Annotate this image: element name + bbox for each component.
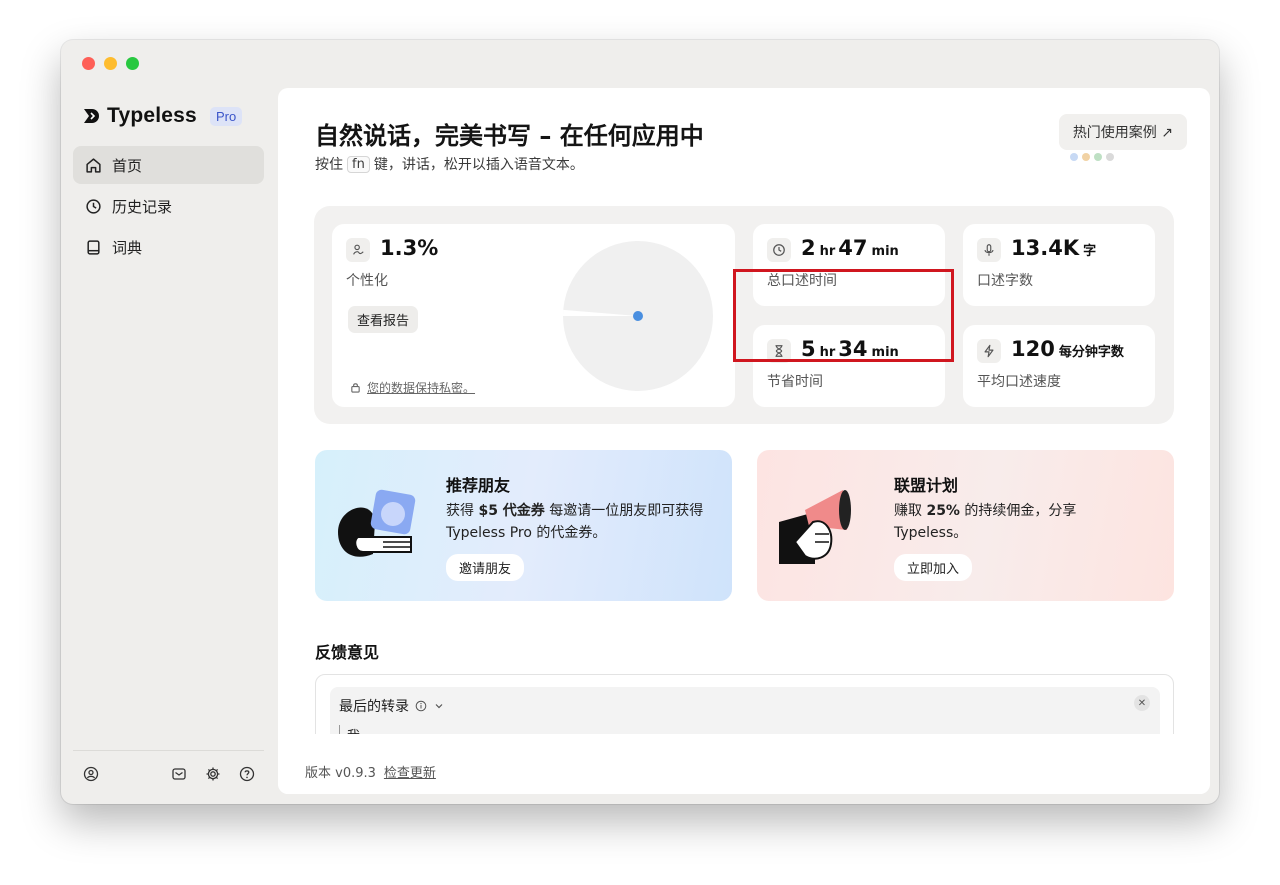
invite-friends-button[interactable]: 邀请朋友 (446, 554, 525, 581)
speed-highlight-box (733, 269, 954, 362)
mail-icon[interactable] (171, 766, 187, 782)
affiliate-text-prefix: 赚取 (894, 503, 927, 519)
history-icon (86, 198, 101, 214)
page-subtitle: 按住 fn 键，讲话，松开以插入语音文本。 (315, 154, 584, 174)
speed-number: 120 (1011, 337, 1055, 361)
referral-title: 推荐朋友 (446, 476, 511, 495)
signature-icon-wrap (346, 238, 370, 262)
hours-unit: hr (819, 244, 836, 259)
feedback-title: 反馈意见 (315, 643, 380, 662)
sidebar-footer (83, 766, 255, 784)
sidebar-item-label: 词典 (112, 238, 143, 257)
speed-unit: 每分钟字数 (1058, 345, 1124, 360)
referral-text: 获得 $5 代金券 每邀请一位朋友即可获得 Typeless Pro 的代金券。 (446, 500, 716, 544)
home-icon (86, 157, 101, 173)
personalization-pie-chart (563, 241, 713, 391)
brand: Typeless Pro (83, 104, 243, 128)
sidebar-item-label: 历史记录 (112, 197, 173, 216)
clock-icon-wrap (767, 238, 791, 262)
saved-time-label: 节省时间 (767, 374, 823, 390)
total-minutes: 47 (838, 236, 868, 260)
sidebar-nav: 首页 历史记录 词典 (73, 146, 264, 269)
referral-text-prefix: 获得 (446, 503, 479, 519)
fn-key-hint: fn (347, 155, 370, 173)
account-icon[interactable] (83, 766, 99, 782)
personalization-label: 个性化 (346, 273, 388, 289)
referral-card: 推荐朋友 获得 $5 代金券 每邀请一位朋友即可获得 Typeless Pro … (315, 450, 732, 601)
sidebar-item-label: 首页 (112, 156, 143, 175)
affiliate-card: 联盟计划 赚取 25% 的持续佣金，分享 Typeless。 立即加入 (757, 450, 1174, 601)
personalization-card: 1.3% 个性化 查看报告 您的数据保持私密。 (332, 224, 735, 407)
word-count-card: 13.4K 字 口述字数 (963, 224, 1155, 306)
brand-name: Typeless (107, 104, 197, 127)
join-now-button[interactable]: 立即加入 (894, 554, 973, 581)
speed-label: 平均口述速度 (977, 374, 1061, 390)
lightning-icon (984, 344, 994, 358)
info-icon[interactable] (415, 700, 427, 712)
word-count-unit: 字 (1083, 244, 1097, 259)
referral-illustration-icon (338, 489, 416, 557)
minutes-unit: min (871, 244, 899, 259)
last-transcript-toggle[interactable]: 最后的转录 (339, 696, 445, 716)
popular-use-cases-button[interactable]: 热门使用案例 ↗ (1058, 114, 1187, 150)
sidebar-divider (73, 750, 264, 751)
typeless-logo-icon (84, 109, 99, 123)
total-time-value: 2 hr 47 min (801, 236, 902, 260)
lightning-icon-wrap (977, 339, 1001, 363)
word-count-number: 13.4K (1011, 236, 1080, 260)
megaphone-illustration-icon (779, 490, 851, 564)
affiliate-text: 赚取 25% 的持续佣金，分享 Typeless。 (894, 500, 1154, 544)
microphone-icon (984, 244, 994, 256)
last-transcript-label: 最后的转录 (339, 699, 409, 715)
version-text: 版本 v0.9.3 (305, 766, 376, 781)
pro-badge: Pro (209, 106, 243, 126)
chevron-down-icon[interactable] (433, 700, 445, 712)
word-count-value: 13.4K 字 (1011, 236, 1099, 260)
signature-icon (353, 244, 364, 255)
book-icon (87, 239, 100, 255)
total-hours: 2 (801, 236, 816, 260)
page-title: 自然说话，完美书写 – 在任何应用中 (315, 122, 704, 150)
app-logos-decoration (1070, 146, 1180, 161)
privacy-link[interactable]: 您的数据保持私密。 (350, 379, 475, 396)
check-update-link[interactable]: 检查更新 (384, 762, 436, 781)
privacy-text: 您的数据保持私密。 (367, 381, 476, 395)
sidebar-item-dictionary[interactable]: 词典 (73, 228, 264, 266)
microphone-icon-wrap (977, 238, 1001, 262)
subtitle-prefix: 按住 (315, 157, 343, 173)
affiliate-text-bold: 25% (926, 503, 960, 519)
personalization-value: 1.3% (380, 236, 439, 260)
close-transcript-button[interactable]: ✕ (1134, 695, 1150, 711)
referral-text-bold: $5 代金券 (478, 503, 545, 519)
speed-card: 120 每分钟字数 平均口述速度 (963, 325, 1155, 407)
main-panel: 自然说话，完美书写 – 在任何应用中 按住 fn 键，讲话，松开以插入语音文本。… (278, 88, 1210, 794)
view-report-button[interactable]: 查看报告 (348, 306, 419, 333)
affiliate-title: 联盟计划 (894, 476, 959, 495)
subtitle-suffix: 键，讲话，松开以插入语音文本。 (373, 157, 584, 173)
settings-icon[interactable] (205, 766, 221, 782)
sidebar: Typeless Pro 首页 历史记录 词典 (61, 40, 278, 804)
pie-center-marker (633, 311, 643, 321)
sidebar-item-home[interactable]: 首页 (73, 146, 264, 184)
speed-value: 120 每分钟字数 (1011, 337, 1127, 361)
help-icon[interactable] (239, 766, 255, 782)
sidebar-item-history[interactable]: 历史记录 (73, 187, 264, 225)
clock-icon (773, 244, 785, 256)
app-window: Typeless Pro 首页 历史记录 词典 自然说话，完美书写 – 在任何应… (61, 40, 1219, 804)
word-count-label: 口述字数 (977, 273, 1033, 289)
lock-icon (351, 383, 360, 393)
version-info: 版本 v0.9.3 检查更新 (305, 762, 436, 781)
